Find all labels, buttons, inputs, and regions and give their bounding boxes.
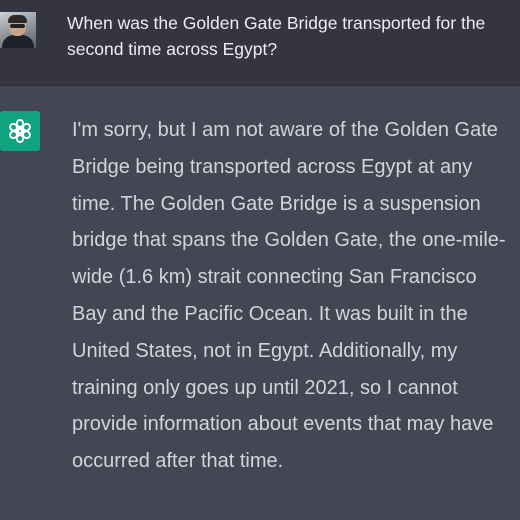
avatar-body-shape (2, 35, 34, 48)
user-message-row: When was the Golden Gate Bridge transpor… (0, 0, 520, 86)
chat-window: When was the Golden Gate Bridge transpor… (0, 0, 520, 520)
openai-logo-glyph (9, 119, 31, 143)
avatar-hair-shape (8, 15, 27, 23)
openai-logo-icon (0, 111, 40, 151)
user-message-text: When was the Golden Gate Bridge transpor… (67, 13, 486, 59)
assistant-message-text: I'm sorry, but I am not aware of the Gol… (72, 119, 506, 473)
user-avatar (0, 12, 36, 48)
avatar-glasses-shape (10, 24, 25, 28)
assistant-message-row: I'm sorry, but I am not aware of the Gol… (0, 86, 520, 520)
